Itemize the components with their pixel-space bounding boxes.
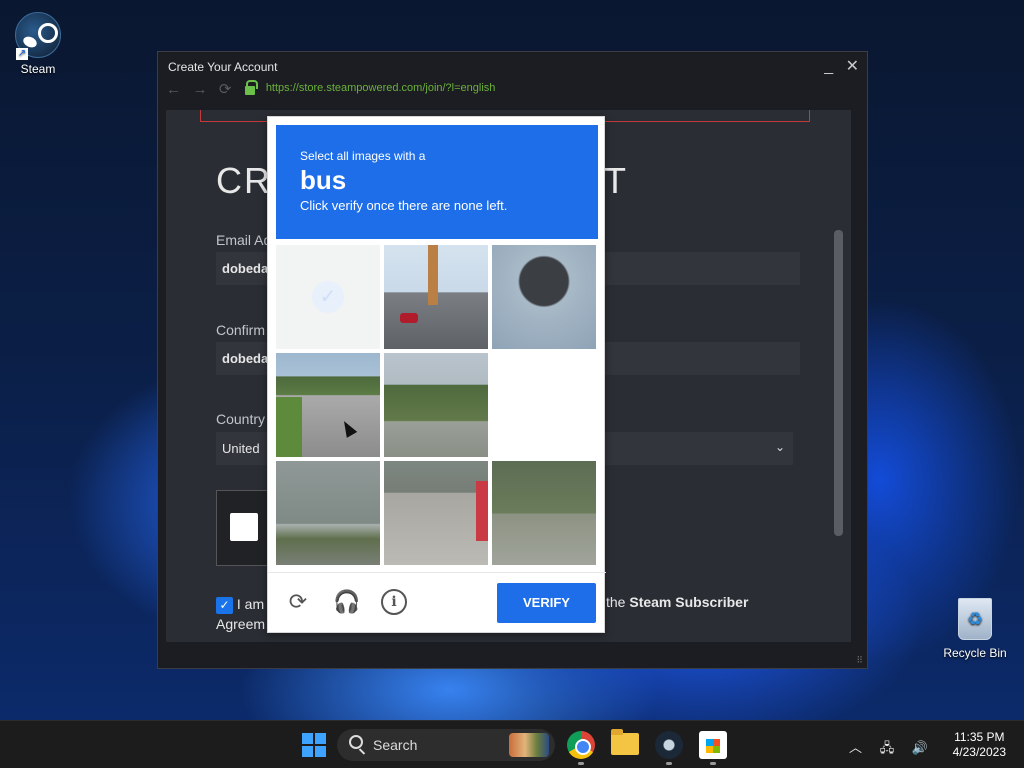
captcha-tile-1[interactable]: ✓ bbox=[276, 245, 380, 349]
windows-logo-icon bbox=[302, 733, 313, 744]
agreement-row: ✓ I am Agreem bbox=[216, 594, 265, 634]
agreement-tail: the Steam Subscriber bbox=[606, 594, 748, 610]
agreement-text-prefix: I am bbox=[236, 596, 265, 612]
lock-icon bbox=[245, 80, 259, 95]
running-indicator bbox=[666, 762, 672, 765]
resize-grip-icon[interactable]: ⠿ bbox=[856, 655, 863, 666]
captcha-target-object: bus bbox=[300, 165, 347, 195]
captcha-prompt: Select all images with a bus Click verif… bbox=[276, 125, 598, 239]
shortcut-arrow-icon: ↗ bbox=[16, 48, 28, 60]
desktop-icon-label: Steam bbox=[20, 62, 56, 76]
page-scrollbar[interactable] bbox=[834, 230, 843, 536]
agreement-text-the: the bbox=[606, 594, 626, 610]
country-value: United bbox=[222, 441, 260, 456]
captcha-instruction: Click verify once there are none left. bbox=[300, 198, 508, 213]
search-label: Search bbox=[373, 737, 418, 753]
chevron-down-icon: ⌄ bbox=[774, 440, 785, 454]
confirm-email-label: Confirm bbox=[216, 322, 266, 338]
chrome-icon[interactable] bbox=[567, 731, 595, 759]
captcha-image-grid: ✓ bbox=[276, 245, 598, 567]
desktop-icon-label: Recycle Bin bbox=[943, 646, 1007, 660]
country-label: Country bbox=[216, 411, 266, 427]
window-title: Create Your Account bbox=[168, 60, 278, 74]
file-explorer-icon[interactable] bbox=[611, 729, 639, 755]
forward-arrow-icon[interactable]: → bbox=[192, 81, 208, 98]
steam-taskbar-icon[interactable] bbox=[655, 731, 683, 759]
captcha-tile-4[interactable] bbox=[276, 353, 380, 457]
volume-icon[interactable]: 🔊 bbox=[912, 740, 928, 755]
system-tray: ︿ 🖧 🔊 bbox=[835, 737, 928, 761]
clock-time: 11:35 PM bbox=[954, 730, 1005, 744]
captcha-tile-5[interactable] bbox=[384, 353, 488, 457]
clock-date: 4/23/2023 bbox=[952, 745, 1006, 759]
network-icon[interactable]: 🖧 bbox=[880, 740, 895, 755]
captcha-prompt-text: Select all images with a bbox=[300, 149, 426, 163]
captcha-tile-2[interactable] bbox=[384, 245, 488, 349]
captcha-tile-7[interactable] bbox=[276, 461, 380, 565]
recycle-bin-icon: ♻ bbox=[958, 598, 992, 640]
captcha-checkbox-frame bbox=[216, 490, 272, 566]
desktop-icon-steam[interactable]: ↗ Steam bbox=[2, 12, 74, 76]
captcha-tile-9[interactable] bbox=[492, 461, 596, 565]
navigation-bar: ← → ⟳ https://store.steampowered.com/joi… bbox=[158, 80, 867, 102]
refresh-icon[interactable]: ⟳ bbox=[285, 589, 311, 615]
captcha-tile-3[interactable] bbox=[492, 245, 596, 349]
subscriber-agreement-link[interactable]: Steam Subscriber bbox=[629, 594, 748, 610]
search-icon bbox=[349, 735, 363, 749]
captcha-challenge-popup: Select all images with a bus Click verif… bbox=[267, 116, 606, 633]
back-arrow-icon[interactable]: ← bbox=[166, 81, 182, 98]
headphones-icon[interactable]: 🎧 bbox=[333, 589, 360, 615]
window-titlebar[interactable]: Create Your Account _ ✕ bbox=[158, 52, 867, 80]
verify-button[interactable]: VERIFY bbox=[497, 583, 596, 623]
running-indicator bbox=[578, 762, 584, 765]
chevron-up-icon[interactable]: ︿ bbox=[849, 740, 862, 755]
captcha-footer: ⟳ 🎧 i VERIFY bbox=[268, 572, 606, 632]
start-button[interactable] bbox=[300, 731, 328, 759]
search-highlight-image bbox=[509, 733, 549, 757]
desktop-icon-recycle-bin[interactable]: ♻ Recycle Bin bbox=[939, 598, 1011, 660]
captcha-checkbox[interactable] bbox=[230, 513, 258, 541]
reload-icon[interactable]: ⟳ bbox=[219, 80, 235, 98]
email-label: Email Ad bbox=[216, 232, 272, 248]
running-indicator bbox=[710, 762, 716, 765]
captcha-tile-8[interactable] bbox=[384, 461, 488, 565]
agreement-checkbox[interactable]: ✓ bbox=[216, 596, 233, 614]
close-button[interactable]: ✕ bbox=[846, 58, 859, 75]
microsoft-store-icon[interactable] bbox=[699, 731, 727, 759]
agreement-text-line2: Agreem bbox=[216, 616, 266, 632]
checkmark-icon: ✓ bbox=[312, 281, 344, 313]
info-icon[interactable]: i bbox=[381, 589, 407, 615]
taskbar: Search ︿ 🖧 🔊 11:35 PM 4/23/2023 bbox=[0, 720, 1024, 768]
captcha-tile-6[interactable] bbox=[492, 353, 596, 457]
clock[interactable]: 11:35 PM 4/23/2023 bbox=[953, 730, 1006, 760]
taskbar-search[interactable]: Search bbox=[337, 729, 555, 761]
url-text[interactable]: https://store.steampowered.com/join/?l=e… bbox=[266, 82, 496, 94]
minimize-button[interactable]: _ bbox=[824, 58, 833, 75]
